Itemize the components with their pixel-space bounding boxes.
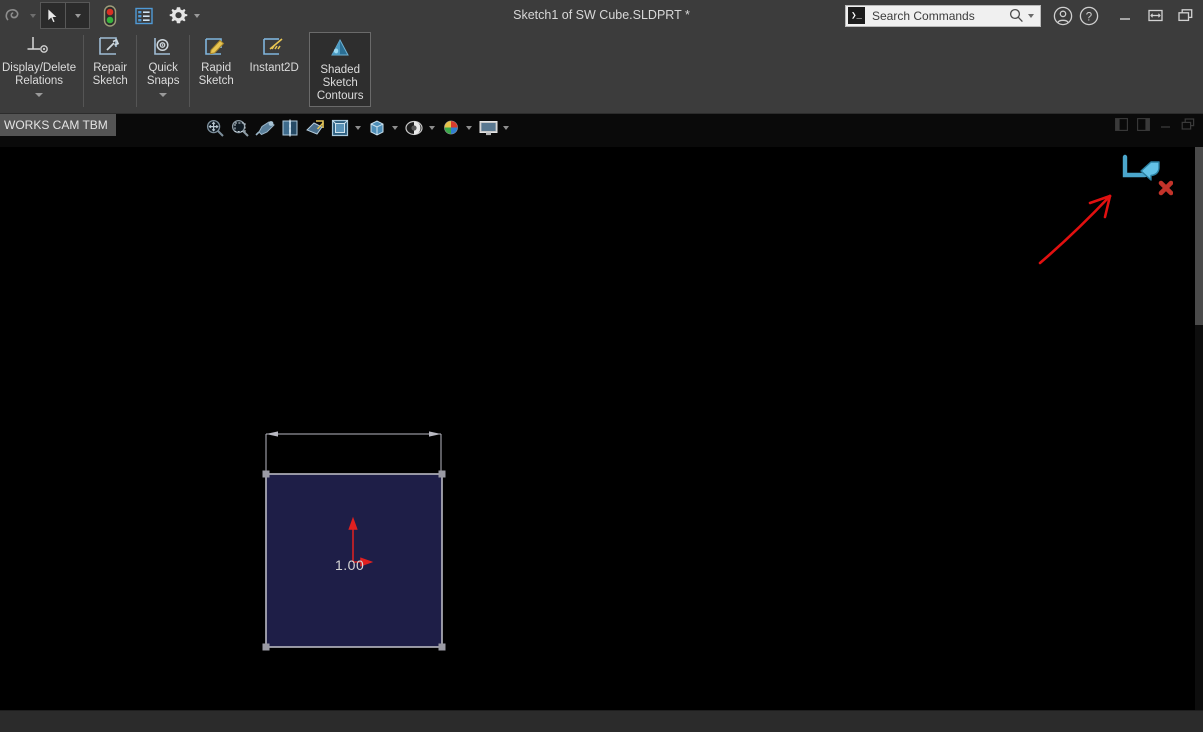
view-settings-icon[interactable]: [477, 116, 499, 140]
ribbon-item-instant2d[interactable]: Instant2D: [239, 31, 309, 75]
exit-sketch-icon: [1140, 161, 1160, 181]
ribbon-item-display-delete-relations[interactable]: Display/Delete Relations: [0, 31, 80, 97]
rebuild-icon[interactable]: [2, 2, 26, 29]
gear-dropdown-caret[interactable]: [194, 13, 200, 18]
repair-sketch-icon: [97, 34, 123, 60]
titlebar-right-group: ❯_ Search Commands ?: [845, 0, 1199, 31]
rapid-sketch-icon: [203, 34, 229, 60]
zoom-to-area-icon[interactable]: [229, 116, 251, 140]
account-icon[interactable]: [1051, 2, 1075, 29]
ribbon-label-display-delete-relations: Display/Delete Relations: [2, 62, 77, 87]
scrollbar-thumb[interactable]: [1195, 147, 1203, 325]
annotation-arrow: [1038, 194, 1112, 265]
width-dimension-text[interactable]: 1.00: [335, 557, 364, 573]
hide-show-items-caret[interactable]: [392, 126, 398, 130]
width-dimension-graphic: [265, 431, 442, 473]
search-icon[interactable]: [1009, 8, 1024, 23]
ribbon-item-quick-snaps[interactable]: Quick Snaps: [140, 31, 186, 97]
ribbon-item-repair-sketch[interactable]: Repair Sketch: [87, 31, 133, 88]
ribbon-item-shaded-sketch-contours[interactable]: Shaded Sketch Contours: [309, 32, 372, 107]
sketch-ribbon: Display/Delete Relations Repair Sketch Q…: [0, 31, 1203, 114]
search-dropdown-caret[interactable]: [1028, 13, 1034, 18]
help-icon[interactable]: ?: [1077, 2, 1101, 29]
quick-snaps-caret[interactable]: [159, 93, 168, 97]
title-bar: Sketch1 of SW Cube.SLDPRT * ❯_ Search Co…: [0, 0, 1203, 31]
relations-icon: [26, 34, 52, 60]
search-prompt-icon: ❯_: [848, 7, 865, 24]
cancel-sketch-icon: [1158, 180, 1173, 196]
restore-icon[interactable]: [1141, 2, 1169, 29]
graphics-viewport[interactable]: 1.00: [0, 147, 1195, 710]
ribbon-label-repair-sketch: Repair Sketch: [92, 62, 128, 87]
panel-controls: [1115, 118, 1195, 131]
display-delete-relations-caret[interactable]: [35, 93, 44, 97]
rotate-view-icon[interactable]: [254, 116, 276, 140]
solidworks-window: Sketch1 of SW Cube.SLDPRT * ❯_ Search Co…: [0, 0, 1203, 732]
ribbon-label-quick-snaps: Quick Snaps: [146, 62, 180, 87]
edit-appearance-icon[interactable]: [403, 116, 425, 140]
search-input-value: Search Commands: [872, 8, 975, 23]
traffic-light-icon[interactable]: [98, 2, 122, 29]
expand-right-panel-icon[interactable]: [1137, 118, 1150, 131]
sketch-graphics: [262, 194, 1112, 651]
ribbon-separator: [83, 35, 85, 107]
section-view-icon[interactable]: [279, 116, 301, 140]
search-input[interactable]: ❯_ Search Commands: [845, 4, 1041, 27]
vertical-scrollbar[interactable]: [1195, 147, 1203, 710]
cam-tab[interactable]: WORKS CAM TBM: [0, 114, 116, 136]
select-dropdown-caret[interactable]: [66, 2, 90, 29]
ribbon-separator: [189, 35, 191, 107]
select-cursor-icon[interactable]: [40, 2, 66, 29]
minimize-icon[interactable]: [1111, 2, 1139, 29]
maximize-icon[interactable]: [1171, 2, 1199, 29]
collapse-left-panel-icon[interactable]: [1115, 118, 1128, 131]
apply-scene-caret[interactable]: [466, 126, 472, 130]
hide-show-items-icon[interactable]: [366, 116, 388, 140]
view-settings-caret[interactable]: [503, 126, 509, 130]
view-toolbar-row: WORKS CAM TBM: [0, 114, 1203, 147]
rebuild-dropdown-caret[interactable]: [30, 13, 36, 18]
view-orientation-icon[interactable]: [304, 116, 326, 140]
display-style-icon[interactable]: [329, 116, 351, 140]
ribbon-label-instant2d: Instant2D: [249, 62, 299, 74]
ribbon-label-shaded-sketch-contours: Shaded Sketch Contours: [316, 64, 364, 102]
ribbon-separator: [136, 35, 138, 107]
status-bar: [0, 710, 1203, 732]
ribbon-label-rapid-sketch: Rapid Sketch: [198, 62, 234, 87]
svg-text:?: ?: [1086, 11, 1092, 23]
exit-sketch-widget[interactable]: [1115, 149, 1173, 197]
ribbon-item-rapid-sketch[interactable]: Rapid Sketch: [193, 31, 239, 88]
view-toolbar: [204, 116, 511, 140]
apply-scene-icon[interactable]: [440, 116, 462, 140]
list-icon[interactable]: [132, 2, 156, 29]
minimize-doc-icon[interactable]: [1159, 118, 1172, 131]
restore-doc-icon[interactable]: [1181, 118, 1195, 131]
shaded-contours-icon: [327, 36, 353, 62]
edit-appearance-caret[interactable]: [429, 126, 435, 130]
instant2d-icon: [261, 34, 287, 60]
quick-snaps-icon: [150, 34, 176, 60]
quick-access-toolbar: [0, 0, 204, 31]
display-style-caret[interactable]: [355, 126, 361, 130]
zoom-to-fit-icon[interactable]: [204, 116, 226, 140]
gear-icon[interactable]: [166, 2, 190, 29]
